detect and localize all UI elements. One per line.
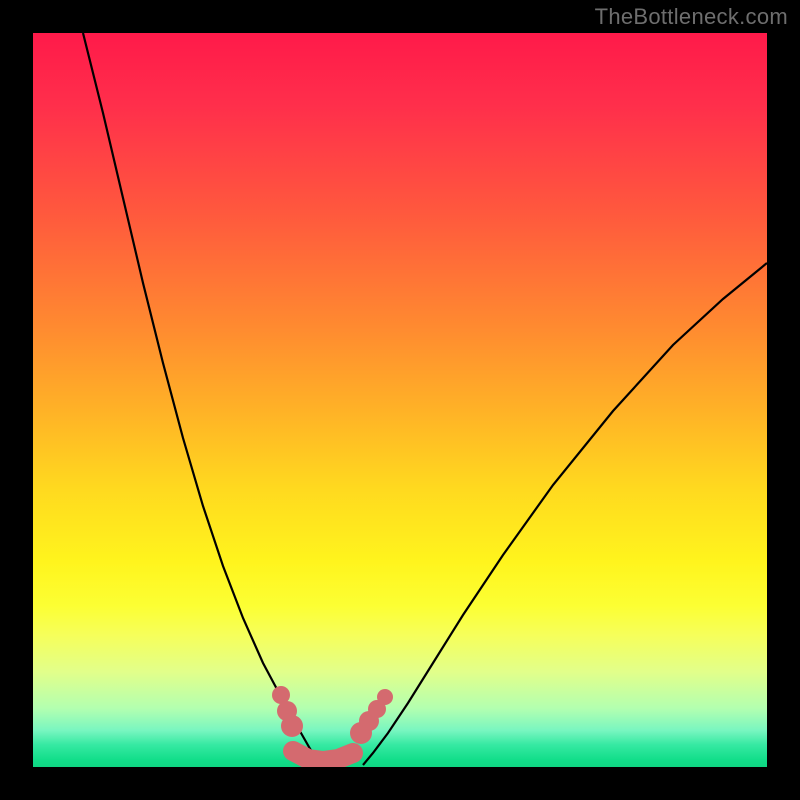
right-curve-path <box>363 263 767 765</box>
plot-area <box>33 33 767 767</box>
marker-layer <box>272 686 393 744</box>
chart-svg <box>33 33 767 767</box>
watermark-text: TheBottleneck.com <box>595 4 788 30</box>
left-dot-3 <box>281 715 303 737</box>
chart-frame: TheBottleneck.com <box>0 0 800 800</box>
floor-band-path <box>293 751 353 761</box>
right-dot-4 <box>377 689 393 705</box>
left-curve-path <box>83 33 321 765</box>
